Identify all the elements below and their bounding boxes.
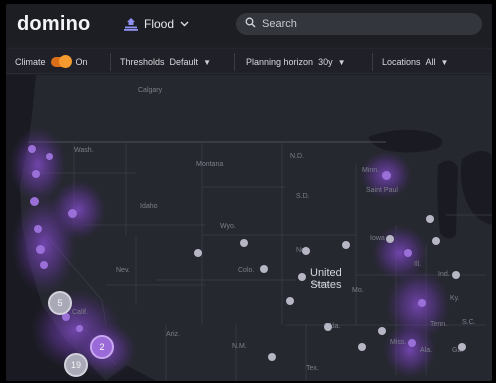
location-marker-high-risk[interactable] xyxy=(404,249,412,257)
filter-divider xyxy=(234,53,235,71)
place-label: Ind. xyxy=(438,271,450,278)
location-marker[interactable] xyxy=(286,297,294,305)
location-cluster[interactable]: 19 xyxy=(64,353,88,377)
location-marker-high-risk[interactable] xyxy=(32,170,40,178)
hazard-selector[interactable]: Flood xyxy=(124,15,189,33)
climate-value: On xyxy=(75,57,88,67)
climate-label: Climate xyxy=(15,57,46,67)
place-label: Iowa xyxy=(370,235,385,242)
location-marker[interactable] xyxy=(240,239,248,247)
place-label: Ala. xyxy=(420,347,433,354)
location-marker[interactable] xyxy=(358,343,366,351)
locations-dropdown[interactable]: Locations All ▼ xyxy=(382,49,448,75)
location-marker[interactable] xyxy=(426,215,434,223)
location-marker-high-risk[interactable] xyxy=(36,245,45,254)
location-marker[interactable] xyxy=(342,241,350,249)
location-marker[interactable] xyxy=(378,327,386,335)
place-label: Saint Paul xyxy=(366,187,398,194)
location-marker[interactable] xyxy=(298,273,306,281)
flood-icon xyxy=(124,17,138,31)
place-label: N.M. xyxy=(232,343,247,350)
climate-toggle-group[interactable]: Climate On xyxy=(15,49,88,75)
filter-divider xyxy=(110,53,111,71)
location-marker[interactable] xyxy=(452,271,460,279)
location-marker-high-risk[interactable] xyxy=(76,325,83,332)
place-label: Mo. xyxy=(352,287,364,294)
location-cluster-high-risk[interactable]: 2 xyxy=(90,335,114,359)
country-label: United States xyxy=(310,267,342,291)
location-marker[interactable] xyxy=(432,237,440,245)
location-marker-high-risk[interactable] xyxy=(382,171,391,180)
place-label: Tex. xyxy=(306,365,319,372)
place-label: Wash. xyxy=(74,147,94,154)
risk-map[interactable]: Calgary Wash. Montana N.D. Minn. Saint P… xyxy=(6,75,492,381)
location-marker-high-risk[interactable] xyxy=(34,225,42,233)
toggle-knob xyxy=(58,55,72,68)
planning-horizon-label: Planning horizon xyxy=(246,57,314,67)
top-bar: domino Flood xyxy=(6,4,492,44)
chevron-down-icon: ▼ xyxy=(203,57,211,67)
location-marker[interactable] xyxy=(324,323,332,331)
search-input[interactable] xyxy=(262,18,462,30)
location-marker-high-risk[interactable] xyxy=(28,145,36,153)
map-basemap xyxy=(6,75,492,381)
location-marker[interactable] xyxy=(302,247,310,255)
place-label: Montana xyxy=(196,161,224,168)
place-label: Calif. xyxy=(72,309,88,316)
thresholds-dropdown[interactable]: Thresholds Default ▼ xyxy=(120,49,211,75)
place-label: Idaho xyxy=(140,203,158,210)
lake-superior xyxy=(368,129,443,153)
place-label: Minn. xyxy=(362,167,380,174)
location-marker[interactable] xyxy=(458,343,466,351)
place-label: Nev. xyxy=(116,267,130,274)
climate-toggle[interactable] xyxy=(50,55,72,68)
planning-horizon-value: 30y xyxy=(318,57,333,67)
location-marker[interactable] xyxy=(386,235,394,243)
location-marker[interactable] xyxy=(268,353,276,361)
place-label: S.C. xyxy=(462,319,476,326)
locations-label: Locations xyxy=(382,57,421,67)
location-marker-high-risk[interactable] xyxy=(46,153,53,160)
location-marker-high-risk[interactable] xyxy=(40,261,48,269)
place-label: Ky. xyxy=(450,295,460,302)
place-label: Tenn. xyxy=(430,321,448,328)
country-label-line: States xyxy=(310,279,342,291)
hazard-selector-label: Flood xyxy=(144,17,175,31)
filter-bar: Climate On Thresholds Default ▼ Planning… xyxy=(6,48,492,74)
place-label: Calgary xyxy=(138,87,163,94)
chevron-down-icon: ▼ xyxy=(337,57,346,67)
chevron-down-icon: ▼ xyxy=(440,57,449,67)
location-marker-high-risk[interactable] xyxy=(418,299,426,307)
place-label: N.D. xyxy=(290,153,304,160)
app-window: domino Flood Climate xyxy=(6,4,492,381)
search-bar[interactable] xyxy=(236,13,482,35)
location-marker-high-risk[interactable] xyxy=(30,197,39,206)
location-marker-high-risk[interactable] xyxy=(408,339,416,347)
search-icon xyxy=(245,15,256,33)
location-marker[interactable] xyxy=(194,249,202,257)
place-label: Ill. xyxy=(414,261,421,268)
place-label: Ariz. xyxy=(166,331,180,338)
place-label: S.D. xyxy=(296,193,310,200)
chevron-down-icon xyxy=(180,21,189,27)
planning-horizon-dropdown[interactable]: Planning horizon 30y ▼ xyxy=(246,49,346,75)
app-logo[interactable]: domino xyxy=(17,13,90,36)
lake-michigan xyxy=(437,160,458,239)
thresholds-label: Thresholds xyxy=(120,57,165,67)
location-marker-high-risk[interactable] xyxy=(68,209,77,218)
filter-divider xyxy=(372,53,373,71)
location-cluster[interactable]: 5 xyxy=(48,291,72,315)
location-marker[interactable] xyxy=(260,265,268,273)
place-label: Miss. xyxy=(390,339,407,346)
place-label: Wyo. xyxy=(220,223,236,230)
country-label-line: United xyxy=(310,267,342,279)
locations-value: All xyxy=(425,57,436,67)
lake-huron xyxy=(460,150,492,225)
place-label: Colo. xyxy=(238,267,255,274)
thresholds-value: Default xyxy=(169,57,199,67)
